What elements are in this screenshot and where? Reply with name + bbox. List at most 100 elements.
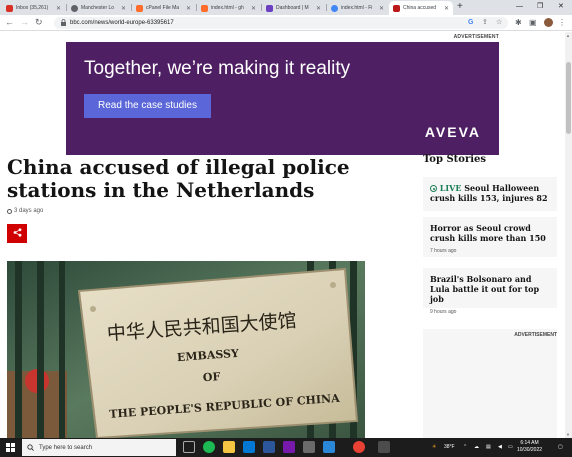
chrome-icon[interactable]: [353, 441, 365, 453]
volume-icon[interactable]: ◀: [498, 438, 502, 457]
hero-image: 中华人民共和国大使馆 EMBASSY OF THE PEOPLE'S REPUB…: [7, 261, 365, 438]
outlook-icon[interactable]: [243, 441, 255, 453]
tab-label: Manchester Lo: [81, 5, 115, 11]
close-icon[interactable]: ✕: [186, 5, 191, 12]
onenote-icon[interactable]: [283, 441, 295, 453]
maximize-button[interactable]: ❐: [537, 1, 543, 13]
ad-headline: Together, we’re making it reality: [84, 58, 351, 79]
share-icon: [13, 228, 21, 237]
tab-index-gh[interactable]: index.html - gh ✕: [197, 1, 260, 15]
story-time: 9 hours ago: [430, 309, 457, 315]
reload-icon[interactable]: ↻: [35, 16, 43, 29]
top-stories-heading: Top Stories: [423, 154, 487, 165]
taskbar-search[interactable]: Type here to search: [22, 439, 176, 456]
globe-icon: [71, 4, 78, 12]
menu-kebab-icon[interactable]: ⋮: [558, 16, 566, 30]
gmail-icon: [6, 4, 13, 12]
windows-taskbar: Type here to search ☀ 38°F ⌃ ☁ ▤ ◀ ▭ 6:1…: [0, 438, 572, 457]
clock-time: 6:14 AM: [520, 440, 539, 446]
share-page-icon[interactable]: ⇪: [482, 17, 488, 29]
ad-label: ADVERTISEMENT: [453, 34, 499, 40]
google-icon[interactable]: G: [468, 17, 473, 29]
share-button[interactable]: [7, 224, 27, 243]
dashboard-icon: [266, 4, 273, 12]
story-time: 7 hours ago: [430, 248, 457, 254]
weather-temp[interactable]: 38°F: [444, 438, 455, 457]
url-text: bbc.com/news/world-europe-63395617: [70, 20, 174, 26]
story-card-1[interactable]: LIVE Seoul Halloween crush kills 153, in…: [423, 177, 557, 211]
embassy-sign-photo: 中华人民共和国大使馆 EMBASSY OF THE PEOPLE'S REPUB…: [7, 261, 365, 438]
tray-chevron-icon[interactable]: ⌃: [463, 438, 467, 457]
address-bar[interactable]: bbc.com/news/world-europe-63395617 G ⇪ ☆: [54, 17, 508, 29]
close-icon[interactable]: ✕: [56, 5, 61, 12]
story-title[interactable]: LIVE Seoul Halloween crush kills 153, in…: [430, 183, 550, 203]
story-card-3[interactable]: Brazil's Bolsonaro and Lula battle it ou…: [423, 268, 557, 315]
task-view-icon[interactable]: [183, 441, 195, 453]
tab-cpanel[interactable]: cPanel File Ma ✕: [132, 1, 195, 15]
cloud-icon[interactable]: ☁: [474, 438, 479, 457]
bbc-icon: [393, 4, 400, 12]
avatar[interactable]: [544, 18, 553, 27]
tab-strip: Inbox (35,261) ✕ Manchester Lo ✕ cPanel …: [0, 0, 572, 15]
network-icon[interactable]: ▤: [486, 438, 491, 457]
story-title[interactable]: Brazil's Bolsonaro and Lula battle it ou…: [430, 274, 550, 304]
cpanel-icon: [201, 4, 208, 12]
minimize-button[interactable]: —: [516, 1, 523, 13]
file-explorer-icon[interactable]: [223, 441, 235, 453]
tab-label: index.html - gh: [211, 5, 244, 11]
search-placeholder: Type here to search: [39, 444, 93, 451]
browser-toolbar: ← → ↻ bbc.com/news/world-europe-63395617…: [0, 15, 572, 31]
side-panel-icon[interactable]: ▣: [529, 16, 537, 30]
cpanel-icon: [136, 4, 143, 12]
close-icon[interactable]: ✕: [444, 5, 449, 12]
bookmark-star-icon[interactable]: ☆: [496, 17, 502, 29]
notifications-icon[interactable]: ▢: [558, 438, 563, 457]
timestamp-text: 3 days ago: [14, 208, 44, 214]
tab-china-accused[interactable]: China accused ✕: [389, 1, 453, 15]
page-scrollbar[interactable]: ▲ ▼: [565, 32, 572, 438]
battery-icon[interactable]: ▭: [508, 438, 513, 457]
lock-icon: [61, 19, 66, 26]
close-icon[interactable]: ✕: [379, 5, 384, 12]
search-icon: [27, 444, 34, 451]
tab-label: index.html - Fi: [341, 5, 373, 11]
story-card-2[interactable]: Horror as Seoul crowd crush kills more t…: [423, 217, 557, 257]
weather-icon: ☀: [432, 444, 437, 450]
ad-label: ADVERTISEMENT: [514, 332, 557, 338]
live-icon: [430, 185, 437, 192]
close-icon[interactable]: ✕: [316, 5, 321, 12]
close-icon[interactable]: ✕: [121, 5, 126, 12]
back-arrow-icon[interactable]: ←: [5, 16, 14, 29]
ad-cta-button[interactable]: Read the case studies: [84, 94, 211, 118]
word-icon[interactable]: [263, 441, 275, 453]
scroll-up-arrow-icon[interactable]: ▲: [566, 33, 570, 38]
close-icon[interactable]: ✕: [251, 5, 256, 12]
clock-icon: [7, 208, 12, 214]
tab-index-fi[interactable]: index.html - Fi ✕: [327, 1, 388, 15]
tab-label: cPanel File Ma: [146, 5, 180, 11]
scroll-down-arrow-icon[interactable]: ▼: [566, 432, 570, 437]
extensions-icon[interactable]: ✱: [515, 16, 522, 30]
tab-manchester[interactable]: Manchester Lo ✕: [67, 1, 130, 15]
spotify-icon[interactable]: [203, 441, 215, 453]
ad-banner[interactable]: Together, we’re making it reality Read t…: [66, 42, 499, 155]
system-clock[interactable]: 6:14 AM 10/30/2022: [517, 440, 542, 454]
story-title[interactable]: Horror as Seoul crowd crush kills more t…: [430, 223, 550, 243]
to-do-icon[interactable]: [323, 441, 335, 453]
app-icon[interactable]: [378, 441, 390, 453]
article-title: China accused of illegal police stations…: [7, 155, 350, 202]
clock-date: 10/30/2022: [517, 447, 543, 453]
forward-arrow-icon[interactable]: →: [20, 16, 29, 29]
tab-label: Dashboard | M: [276, 5, 309, 11]
window-close-button[interactable]: ✕: [558, 1, 564, 13]
sidebar-ad[interactable]: ADVERTISEMENT: [423, 329, 557, 438]
app-icon[interactable]: [303, 441, 315, 453]
scrollbar-thumb[interactable]: [566, 62, 571, 134]
article-timestamp: 3 days ago: [7, 208, 43, 214]
tab-dashboard[interactable]: Dashboard | M ✕: [262, 1, 325, 15]
sign-line-of: OF: [202, 370, 220, 384]
windows-start-icon[interactable]: [6, 443, 15, 452]
tab-inbox[interactable]: Inbox (35,261) ✕: [2, 1, 65, 15]
new-tab-button[interactable]: +: [457, 1, 463, 13]
file-icon: [331, 4, 338, 12]
